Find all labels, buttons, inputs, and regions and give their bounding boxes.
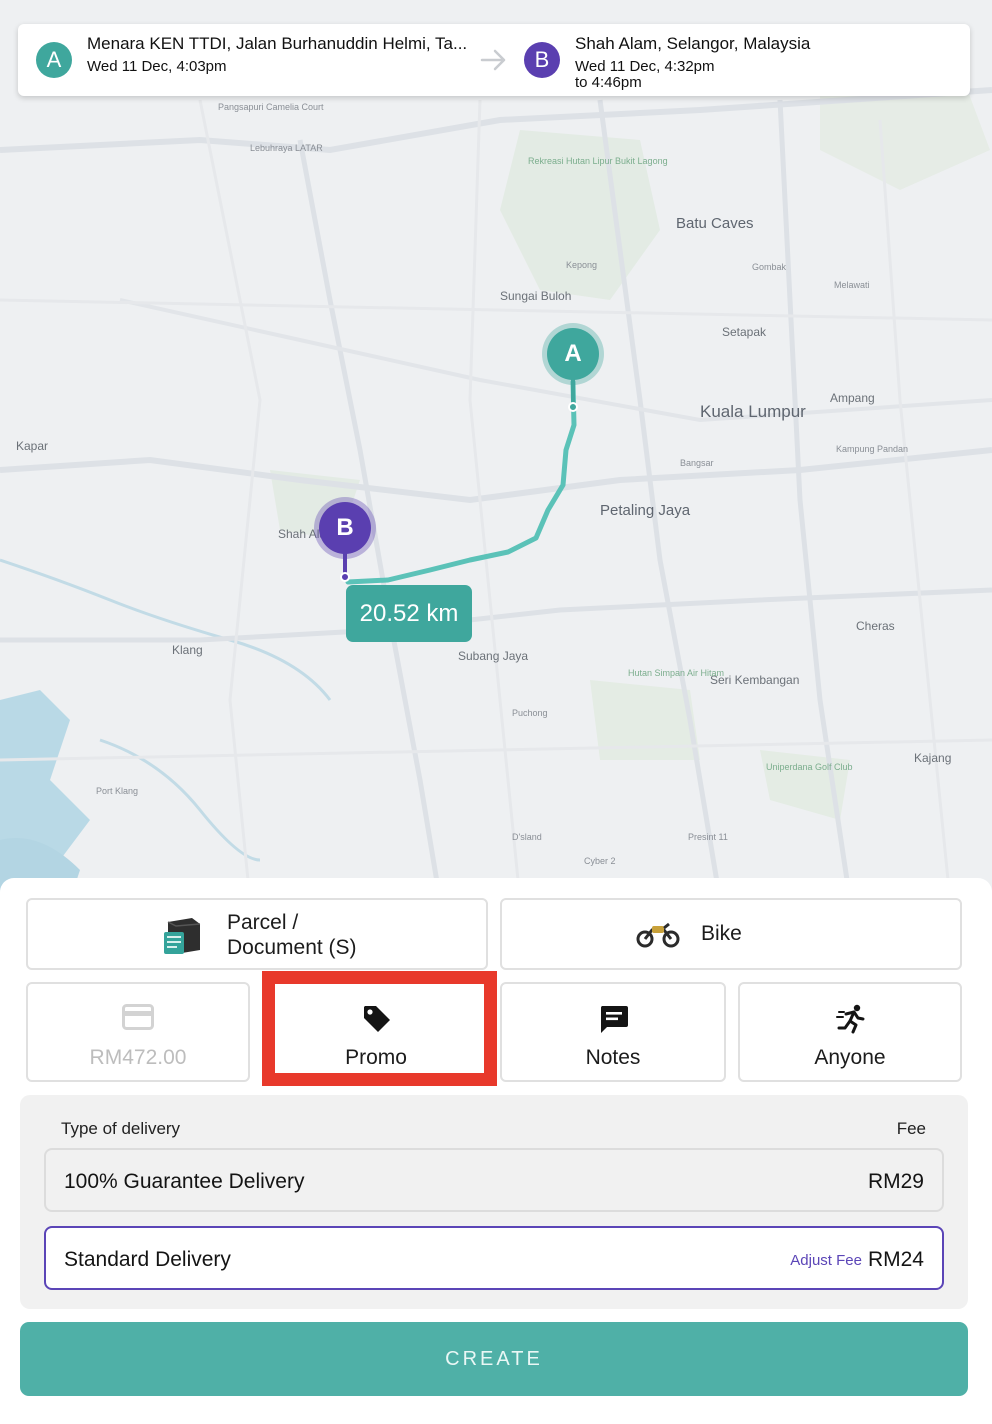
delivery-option-guarantee[interactable]: 100% Guarantee Delivery RM29 (44, 1148, 944, 1212)
package-type-button[interactable]: Parcel / Document (S) (26, 898, 488, 970)
payment-button[interactable]: RM472.00 (26, 982, 250, 1082)
map-label: Puchong (512, 708, 548, 718)
message-icon (600, 1006, 628, 1033)
delivery-option-standard[interactable]: Standard Delivery Adjust Fee RM24 (44, 1226, 944, 1290)
map-label: Cheras (856, 619, 895, 633)
map-label: Kuala Lumpur (700, 402, 806, 421)
create-button[interactable]: CREATE (20, 1322, 968, 1396)
destination-badge: B (524, 42, 560, 78)
fee-header: Fee (896, 1119, 926, 1138)
promo-label: Promo (345, 1046, 407, 1069)
route-line (345, 379, 577, 585)
tag-icon (364, 1006, 390, 1032)
map-label: Melawati (834, 280, 870, 290)
map-label: Hutan Simpan Air Hitam (628, 668, 725, 678)
map-label: D'sland (512, 832, 542, 842)
map-label: Sungai Buloh (500, 289, 572, 303)
distance-label: 20.52 km (346, 585, 472, 642)
parcel-box-icon (164, 918, 201, 954)
route-map[interactable]: Batu Caves Kuala Lumpur Petaling Jaya Sh… (0, 0, 992, 900)
vehicle-type-label: Bike (701, 922, 742, 945)
map-label: Cyber 2 (584, 856, 616, 866)
map-label: Pangsapuri Camelia Court (218, 102, 324, 112)
origin-address: Menara KEN TTDI, Jalan Burhanuddin Helmi… (87, 34, 468, 53)
map-label: Kajang (914, 751, 952, 765)
map-label: Klang (172, 643, 203, 657)
map-label: Kapar (16, 439, 49, 453)
map-label: Batu Caves (676, 215, 754, 232)
map-label: Lebuhraya LATAR (250, 143, 323, 153)
motorbike-icon (636, 922, 680, 948)
delivery-type-header: Type of delivery (61, 1119, 181, 1138)
delivery-option-fee: RM29 (867, 1170, 924, 1193)
map-label: Bangsar (680, 458, 714, 468)
delivery-option-name: Standard Delivery (64, 1248, 231, 1271)
driver-preference-label: Anyone (814, 1046, 886, 1069)
arrow-right-icon (480, 49, 506, 71)
origin-time: Wed 11 Dec, 4:03pm (87, 58, 227, 75)
map-label: Gombak (752, 262, 787, 272)
map-label: Setapak (722, 325, 767, 339)
map-label: Presint 11 (688, 832, 728, 842)
origin-badge: A (36, 42, 72, 78)
map-label: Port Klang (96, 786, 139, 796)
destination-address: Shah Alam, Selangor, Malaysia (575, 34, 811, 53)
destination-time-to: to 4:46pm (575, 74, 642, 91)
map-label: Rekreasi Hutan Lipur Bukit Lagong (528, 156, 668, 166)
notes-button[interactable]: Notes (500, 982, 726, 1082)
map-label: Ampang (830, 391, 875, 405)
map-label: Kampung Pandan (836, 444, 909, 454)
credit-card-icon (122, 1004, 154, 1030)
adjust-fee-link[interactable]: Adjust Fee (790, 1252, 862, 1269)
delivery-option-name: 100% Guarantee Delivery (64, 1170, 305, 1193)
map-label: Kepong (566, 260, 598, 270)
map-label: Uniperdana Golf Club (766, 762, 853, 772)
delivery-option-fee: RM24 (867, 1248, 924, 1271)
map-label: Subang Jaya (458, 649, 529, 663)
pin-b-label: B (319, 502, 371, 554)
driver-preference-button[interactable]: Anyone (738, 982, 962, 1082)
notes-label: Notes (585, 1046, 641, 1069)
package-type-label: Parcel / Document (S) (227, 911, 357, 959)
running-person-icon (836, 1004, 865, 1034)
map-label: Petaling Jaya (600, 502, 691, 519)
delivery-type-panel: Type of delivery Fee 100% Guarantee Deli… (20, 1095, 968, 1309)
price-label: RM472.00 (89, 1046, 187, 1069)
promo-button[interactable]: Promo (264, 982, 488, 1082)
pin-a-label: A (547, 328, 599, 380)
vehicle-type-button[interactable]: Bike (500, 898, 962, 970)
destination-time: Wed 11 Dec, 4:32pm (575, 58, 715, 75)
route-summary-card[interactable]: A Menara KEN TTDI, Jalan Burhanuddin Hel… (18, 24, 970, 96)
